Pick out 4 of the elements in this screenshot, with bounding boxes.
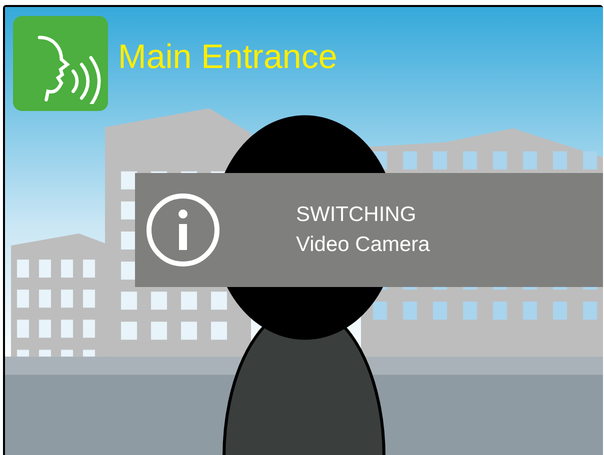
camera-name: Main Entrance	[118, 38, 338, 77]
notification-message: Video Camera	[296, 232, 430, 258]
notification-title: SWITCHING	[296, 202, 418, 228]
info-icon	[145, 192, 221, 268]
